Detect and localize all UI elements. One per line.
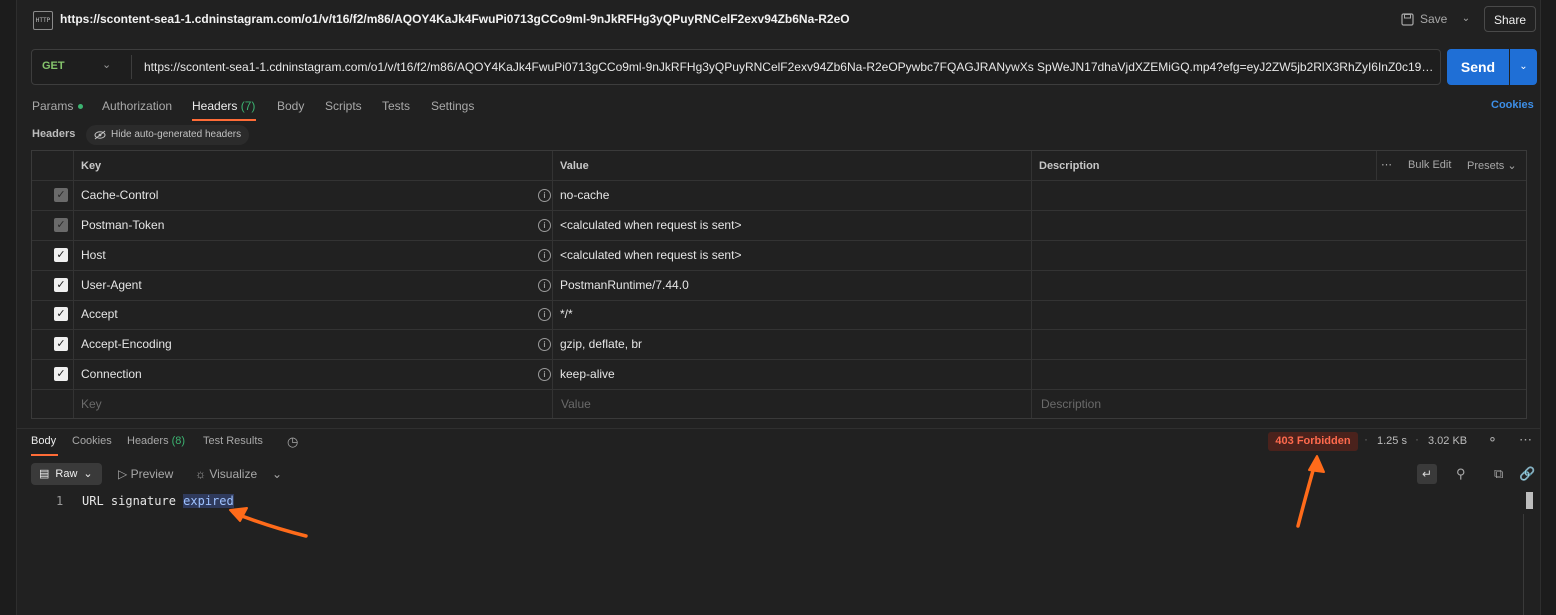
arrow-to-expired-icon <box>229 507 308 538</box>
annotation-overlay <box>229 455 1325 538</box>
arrow-to-status-icon <box>1296 455 1325 528</box>
